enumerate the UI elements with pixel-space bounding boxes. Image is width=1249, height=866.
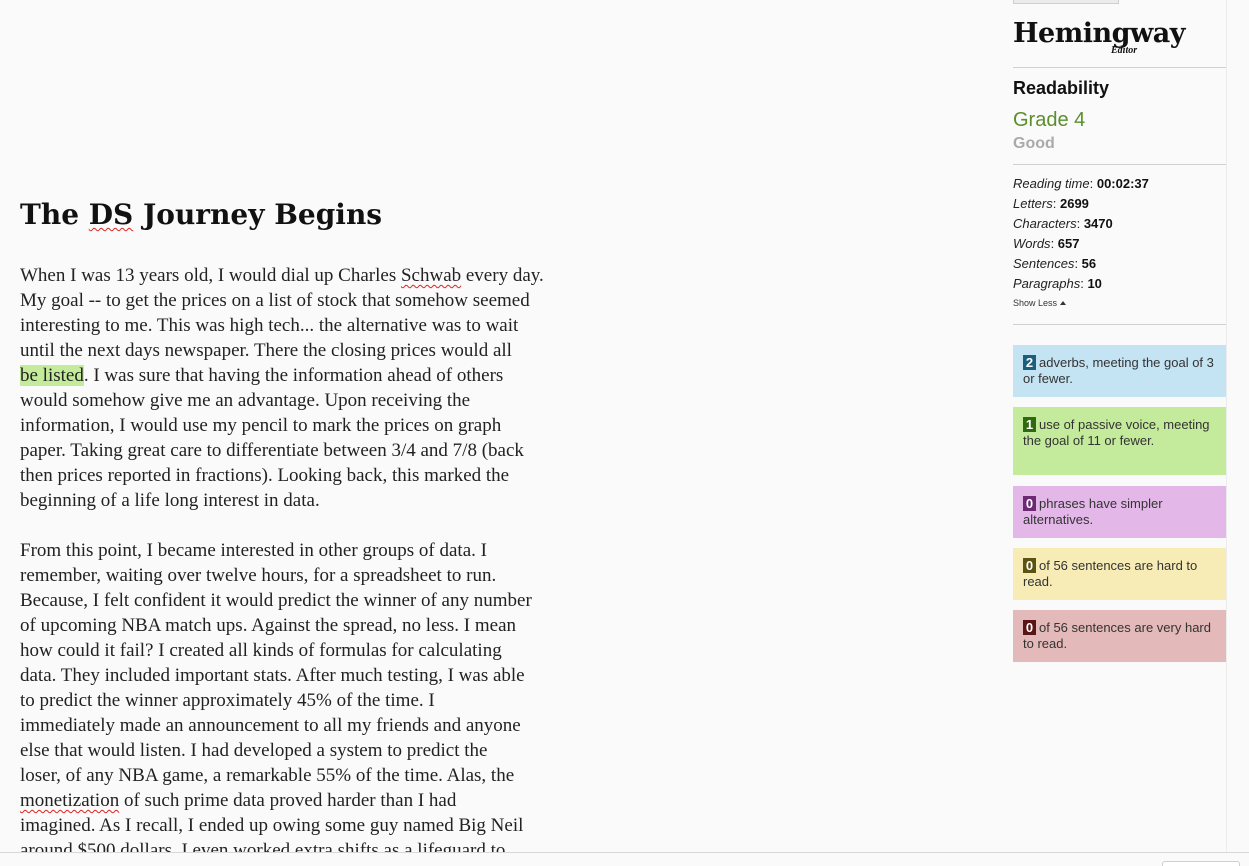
app-logo-subtitle: Editor: [1111, 45, 1138, 56]
stat-paragraphs: Paragraphs: 10: [1013, 276, 1102, 291]
stat-characters: Characters: 3470: [1013, 216, 1113, 231]
adverbs-card[interactable]: 2 adverbs, meeting the goal of 3 or fewer…: [1013, 345, 1226, 397]
text-line: My goal -- to get the prices on a list o…: [20, 290, 530, 311]
stat-label: Reading time: [1013, 176, 1090, 191]
title-spelling-flag: DS: [88, 198, 134, 231]
app-logo: Hemingway: [1013, 18, 1185, 49]
text-line: else that would listen. I had developed …: [20, 740, 488, 761]
title-part-1: The: [20, 198, 89, 231]
stat-words: Words: 657: [1013, 236, 1080, 251]
text-segment: of such prime data proved harder than I …: [119, 790, 457, 811]
text-line: paper. Taking great care to differentiat…: [20, 440, 524, 461]
grade-level: Grade 4: [1013, 109, 1086, 131]
passive-voice-highlight: be listed: [20, 365, 84, 386]
vertical-scrollbar[interactable]: [1226, 0, 1249, 852]
grade-quality: Good: [1013, 135, 1055, 152]
stat-reading-time: Reading time: 00:02:37: [1013, 176, 1149, 191]
text-line: then prices reported in fractions). Look…: [20, 465, 510, 486]
text-line: When I was 13 years old, I would dial up…: [20, 263, 610, 288]
caret-up-icon: [1060, 301, 1067, 305]
text-line: beginning of a life long interest in dat…: [20, 490, 320, 511]
text-line: Because, I felt confident it would predi…: [20, 590, 532, 611]
hard-count-badge: 0: [1023, 558, 1036, 573]
text-line: remember, waiting over twelve hours, for…: [20, 565, 497, 586]
text-line: loser, of any NBA game, a remarkable 55%…: [20, 765, 515, 786]
stat-label: Paragraphs: [1013, 276, 1081, 291]
stat-letters: Letters: 2699: [1013, 196, 1089, 211]
readability-heading: Readability: [1013, 78, 1110, 98]
editor-area[interactable]: The DS Journey Begins When I was 13 year…: [20, 0, 610, 852]
stat-label: Letters: [1013, 196, 1053, 211]
spelling-flag: Schwab: [400, 265, 462, 286]
title-part-3: Journey Begins: [133, 198, 383, 231]
passive-count-badge: 1: [1023, 417, 1036, 432]
text-line: immediately made an announcement to all …: [20, 715, 521, 736]
stat-sentences: Sentences: 56: [1013, 256, 1097, 271]
text-segment: . I was sure that having the information…: [83, 365, 504, 386]
stat-value: 2699: [1059, 196, 1089, 211]
text-line: data. They included important stats. Aft…: [20, 665, 525, 686]
document-stats: Reading time: 00:02:37 Letters: 2699 Cha…: [1013, 174, 1149, 294]
spelling-flag: monetization: [20, 790, 120, 811]
very-hard-count-badge: 0: [1023, 620, 1036, 635]
hard-sentences-card[interactable]: 0 of 56 sentences are hard to read.: [1013, 548, 1226, 600]
simpler-card-text: phrases have simpler alternatives.: [1023, 496, 1163, 527]
paragraph-1[interactable]: When I was 13 years old, I would dial up…: [20, 263, 610, 513]
text-line: how could it fail? I created all kinds o…: [20, 640, 502, 661]
text-line: interesting to me. This was high tech...…: [20, 315, 519, 336]
text-line: to predict the winner approximately 45% …: [20, 690, 435, 711]
very-hard-sentences-card[interactable]: 0 of 56 sentences are very hard to read.: [1013, 610, 1226, 662]
text-line: monetization of such prime data proved h…: [20, 788, 610, 813]
divider: [1013, 324, 1226, 325]
paragraph-2[interactable]: From this point, I became interested in …: [20, 538, 610, 852]
simpler-count-badge: 0: [1023, 496, 1036, 511]
adverbs-card-text: adverbs, meeting the goal of 3 or fewer.: [1023, 355, 1214, 386]
text-line: would somehow give me an advantage. Upon…: [20, 390, 471, 411]
text-line: From this point, I became interested in …: [20, 540, 487, 561]
bottom-toolbar: [0, 852, 1249, 866]
show-less-toggle[interactable]: Show Less: [1013, 298, 1067, 308]
text-line: around $500 dollars. I even worked extra…: [20, 840, 506, 852]
text-segment: every day.: [461, 265, 544, 286]
text-segment: When I was 13 years old, I would dial up…: [20, 265, 401, 286]
divider: [1013, 164, 1226, 165]
sidebar: Hemingway Editor Readability Grade 4 Goo…: [1013, 0, 1226, 852]
text-line: until the next days newspaper. There the…: [20, 340, 512, 361]
very-hard-card-text: of 56 sentences are very hard to read.: [1023, 620, 1211, 651]
simpler-alternatives-card[interactable]: 0 phrases have simpler alternatives.: [1013, 486, 1226, 538]
stat-value: 56: [1081, 256, 1097, 271]
bottom-toolbar-tab[interactable]: [1162, 861, 1240, 866]
show-less-label: Show Less: [1013, 298, 1058, 308]
stat-value: 3470: [1083, 216, 1113, 231]
text-line: of upcoming NBA match ups. Against the s…: [20, 615, 517, 636]
stat-label: Characters: [1013, 216, 1077, 231]
text-line: imagined. As I recall, I ended up owing …: [20, 815, 524, 836]
text-line: be listed. I was sure that having the in…: [20, 363, 610, 388]
passive-voice-card[interactable]: 1 use of passive voice, meeting the goal …: [1013, 407, 1226, 475]
document-title[interactable]: The DS Journey Begins: [20, 198, 382, 231]
text-line: information, I would use my pencil to ma…: [20, 415, 502, 436]
stat-label: Sentences: [1013, 256, 1075, 271]
adverbs-count-badge: 2: [1023, 355, 1036, 370]
divider: [1013, 67, 1226, 68]
stat-value: 10: [1087, 276, 1102, 291]
stat-value: 657: [1057, 236, 1080, 251]
stat-value: 00:02:37: [1096, 176, 1149, 191]
passive-card-text: use of passive voice, meeting the goal o…: [1023, 417, 1210, 448]
hard-card-text: of 56 sentences are hard to read.: [1023, 558, 1198, 589]
stat-label: Words: [1013, 236, 1051, 251]
